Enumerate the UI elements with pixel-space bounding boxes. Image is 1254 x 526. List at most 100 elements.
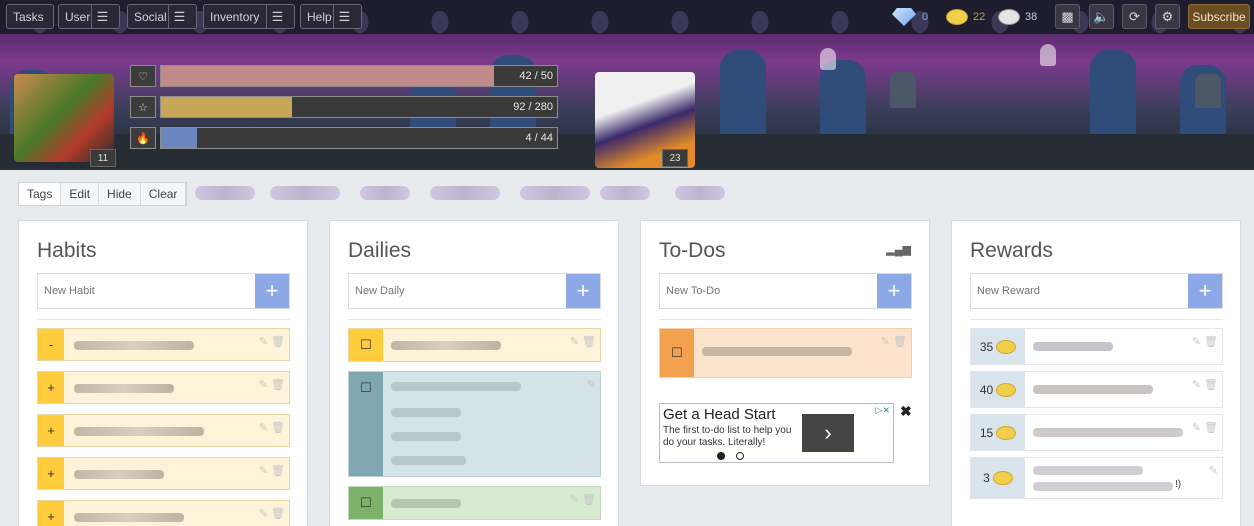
edit-icon[interactable]: ✎ — [587, 378, 596, 391]
daily-checkbox[interactable]: ☐ — [349, 372, 383, 476]
chat-icon[interactable]: ▩ — [1055, 4, 1080, 29]
habit-item[interactable]: + ✎ 🗑 — [37, 457, 290, 490]
gravestone — [1195, 74, 1221, 108]
habit-plus-button[interactable]: + — [38, 501, 64, 526]
health-value: 42 / 50 — [519, 70, 553, 82]
star-icon: ☆ — [130, 96, 156, 118]
new-habit-input[interactable] — [38, 274, 255, 308]
edit-icon[interactable]: ✎ 🗑 — [1192, 335, 1218, 348]
ad-choices-icon[interactable]: ▷✕ — [876, 405, 890, 416]
divider — [659, 319, 912, 320]
edit-icon[interactable]: ✎ 🗑 — [881, 335, 907, 348]
social-menu[interactable]: Social ☰ — [127, 4, 197, 29]
gold-coin-icon — [992, 471, 1013, 485]
habit-minus-button[interactable]: - — [38, 329, 64, 360]
tags-button[interactable]: Tags — [19, 183, 62, 205]
add-todo-button[interactable]: + — [877, 274, 911, 308]
menu-icon: ☰ — [168, 5, 190, 28]
edit-icon[interactable]: ✎ 🗑 — [259, 421, 285, 434]
new-daily-input[interactable] — [349, 274, 566, 308]
daily-item[interactable]: ☐ ✎ 🗑 — [348, 328, 601, 362]
help-menu[interactable]: Help ☰ — [300, 4, 362, 29]
tag-filter[interactable] — [600, 186, 650, 200]
habits-column: Habits + - ✎ 🗑 + ✎ 🗑 + ✎ 🗑 + ✎ 🗑 + ✎ 🗑 — [18, 220, 308, 526]
daily-item[interactable]: ☐ ✎ — [348, 371, 601, 477]
settings-icon[interactable]: ⚙ — [1155, 4, 1180, 29]
inventory-menu[interactable]: Inventory ☰ — [203, 4, 295, 29]
subscribe-button[interactable]: Subscribe — [1188, 4, 1250, 29]
reward-price: 15 — [979, 425, 994, 440]
edit-tags-button[interactable]: Edit — [61, 183, 100, 205]
sync-icon[interactable]: ⟳ — [1122, 4, 1147, 29]
new-reward-input[interactable] — [971, 274, 1188, 308]
reward-buy-button[interactable]: 40 — [971, 372, 1025, 407]
edit-icon[interactable]: ✎ 🗑 — [259, 335, 285, 348]
reward-buy-button[interactable]: 15 — [971, 415, 1025, 450]
habit-text — [74, 470, 164, 479]
tag-filter[interactable] — [195, 186, 255, 200]
daily-checkbox[interactable]: ☐ — [349, 329, 383, 361]
daily-checkbox[interactable]: ☐ — [349, 487, 383, 519]
tasks-menu[interactable]: Tasks — [6, 4, 54, 29]
edit-icon[interactable]: ✎ 🗑 — [259, 378, 285, 391]
gold-counter: 22 — [946, 0, 985, 34]
habit-control-label: + — [47, 466, 55, 481]
todos-column: To-Dos ▂▄▆ + ☐ ✎ 🗑 Get a Head Start The … — [640, 220, 930, 486]
todo-checkbox[interactable]: ☐ — [660, 329, 694, 377]
mute-icon[interactable]: 🔈 — [1089, 4, 1114, 29]
edit-icon[interactable]: ✎ 🗑 — [1192, 421, 1218, 434]
new-todo-input[interactable] — [660, 274, 877, 308]
habit-item[interactable]: + ✎ 🗑 — [37, 371, 290, 404]
party-level-badge: 23 — [662, 149, 688, 167]
reward-buy-button[interactable]: 3 — [971, 458, 1025, 498]
tag-filter[interactable] — [360, 186, 410, 200]
ad-banner[interactable]: Get a Head Start The first to-do list to… — [659, 403, 894, 463]
reward-buy-button[interactable]: 35 — [971, 329, 1025, 364]
reward-item[interactable]: 3 !) ✎ — [970, 457, 1223, 499]
tag-filter[interactable] — [430, 186, 500, 200]
edit-icon[interactable]: ✎ 🗑 — [259, 464, 285, 477]
reward-item[interactable]: 15 ✎ 🗑 — [970, 414, 1223, 451]
tag-filter[interactable] — [675, 186, 725, 200]
edit-icon[interactable]: ✎ 🗑 — [570, 493, 596, 506]
clear-tags-button[interactable]: Clear — [141, 183, 187, 205]
habit-plus-button[interactable]: + — [38, 458, 64, 489]
add-reward-button[interactable]: + — [1188, 274, 1222, 308]
habit-item[interactable]: + ✎ 🗑 — [37, 500, 290, 526]
habit-item[interactable]: - ✎ 🗑 — [37, 328, 290, 361]
tag-filter[interactable] — [270, 186, 340, 200]
user-menu[interactable]: User ☰ — [58, 4, 120, 29]
menu-icon: ☰ — [91, 5, 113, 28]
close-ad-icon[interactable]: ✖ — [900, 403, 912, 420]
habit-plus-button[interactable]: + — [38, 372, 64, 403]
reward-item[interactable]: 35 ✎ 🗑 — [970, 328, 1223, 365]
add-habit-button[interactable]: + — [255, 274, 289, 308]
carousel-dot[interactable] — [736, 452, 744, 460]
gold-count: 22 — [973, 11, 986, 23]
edit-icon[interactable]: ✎ 🗑 — [259, 507, 285, 520]
sort-icon[interactable]: ▂▄▆ — [886, 243, 911, 256]
reward-item[interactable]: 40 ✎ 🗑 — [970, 371, 1223, 408]
todo-item[interactable]: ☐ ✎ 🗑 — [659, 328, 912, 378]
reward-text — [1033, 385, 1153, 394]
tag-filter[interactable] — [520, 186, 590, 200]
edit-icon[interactable]: ✎ 🗑 — [570, 335, 596, 348]
hide-tags-button[interactable]: Hide — [99, 183, 141, 205]
edit-icon[interactable]: ✎ 🗑 — [1192, 378, 1218, 391]
edit-icon[interactable]: ✎ — [1209, 464, 1218, 477]
carousel-dot-active[interactable] — [717, 452, 725, 460]
rewards-title: Rewards — [970, 239, 1053, 262]
habit-plus-button[interactable]: + — [38, 415, 64, 446]
daily-item[interactable]: ☐ ✎ 🗑 — [348, 486, 601, 520]
gravestone — [890, 72, 916, 108]
checklist-item — [391, 456, 466, 465]
habit-item[interactable]: + ✎ 🗑 — [37, 414, 290, 447]
habit-control-label: + — [47, 509, 55, 524]
reward-text — [1033, 428, 1183, 437]
add-daily-button[interactable]: + — [566, 274, 600, 308]
menu-icon: ☰ — [266, 5, 288, 28]
daily-text — [391, 341, 501, 350]
help-label: Help — [307, 9, 332, 24]
mana-track: 4 / 44 — [160, 127, 558, 149]
ad-arrow-button[interactable]: › — [802, 414, 854, 452]
